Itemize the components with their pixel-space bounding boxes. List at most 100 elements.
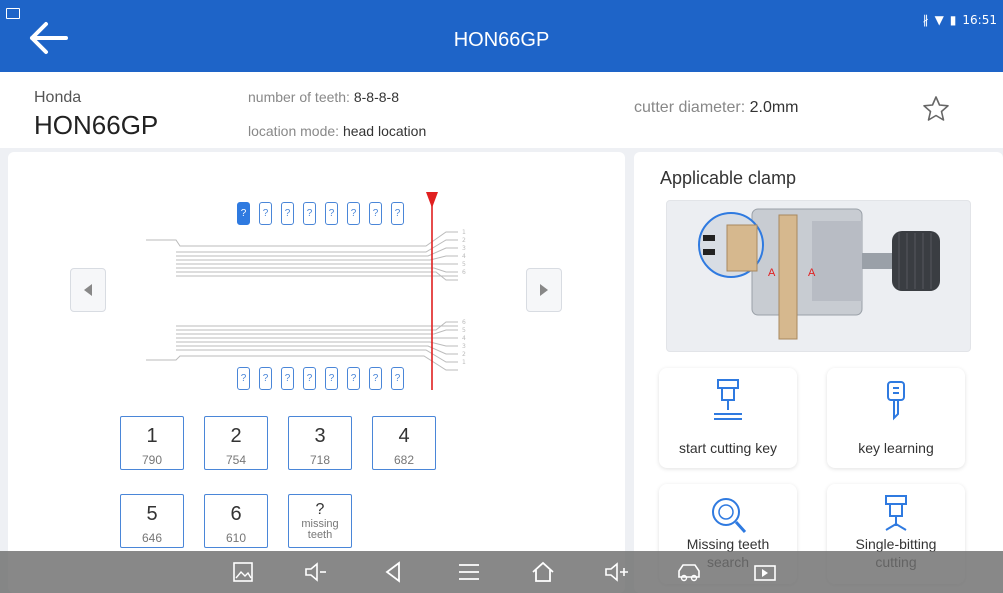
key-learning-label: key learning bbox=[858, 440, 934, 456]
tooth-top-6[interactable]: ? bbox=[347, 202, 360, 225]
tooth-bottom-2[interactable]: ? bbox=[259, 367, 272, 390]
svg-text:3: 3 bbox=[462, 245, 466, 252]
key-learning-button[interactable]: key learning bbox=[827, 368, 965, 468]
model-name: HON66GP bbox=[34, 110, 159, 140]
location-label: location mode: bbox=[248, 123, 340, 139]
depth-number: 2 bbox=[230, 425, 242, 447]
missing-label-2: teeth bbox=[307, 529, 333, 541]
svg-text:3: 3 bbox=[462, 343, 466, 350]
tooth-bottom-7[interactable]: ? bbox=[369, 367, 382, 390]
search-key-icon bbox=[712, 498, 747, 534]
clamp-illustration: A A bbox=[698, 208, 940, 340]
svg-text:5: 5 bbox=[462, 327, 466, 334]
location-mode: location mode: head location bbox=[248, 123, 426, 139]
location-value: head location bbox=[342, 123, 427, 139]
clamp-title: Applicable clamp bbox=[660, 168, 797, 188]
depth-value: 790 bbox=[141, 453, 163, 467]
depth-button-4[interactable]: 4 682 bbox=[372, 416, 436, 470]
depth-number: 5 bbox=[146, 503, 158, 525]
depth-button-5[interactable]: 5 646 bbox=[120, 494, 184, 548]
clamp-mark-a1: A bbox=[768, 267, 776, 279]
depth-number: 3 bbox=[314, 425, 326, 447]
video-record-icon[interactable] bbox=[752, 559, 778, 585]
volume-up-icon[interactable] bbox=[604, 559, 630, 585]
start-cutting-button[interactable]: start cutting key bbox=[659, 368, 797, 468]
tooth-bottom-5[interactable]: ? bbox=[325, 367, 338, 390]
back-icon[interactable] bbox=[380, 559, 406, 585]
clamp-image: A A bbox=[666, 200, 971, 352]
svg-text:6: 6 bbox=[462, 319, 466, 326]
clock: 16:51 bbox=[962, 13, 997, 27]
prev-arrow-button[interactable] bbox=[70, 268, 106, 312]
next-arrow-button[interactable] bbox=[526, 268, 562, 312]
start-cutting-label: start cutting key bbox=[678, 440, 778, 456]
tooth-bottom-8[interactable]: ? bbox=[391, 367, 404, 390]
depth-number: 4 bbox=[398, 425, 410, 447]
key-info-band: Honda HON66GP number of teeth: 8-8-8-8 l… bbox=[0, 72, 1003, 148]
key-blade-diagram: 123 456 654 321 bbox=[146, 192, 466, 390]
tooth-top-5[interactable]: ? bbox=[325, 202, 338, 225]
tooth-top-7[interactable]: ? bbox=[369, 202, 382, 225]
depth-number: 1 bbox=[146, 425, 158, 447]
teeth-value: 8-8-8-8 bbox=[353, 89, 399, 105]
depth-value: 646 bbox=[141, 531, 163, 545]
depth-value: 610 bbox=[225, 531, 247, 545]
missing-teeth-button[interactable]: ? missing teeth bbox=[288, 494, 352, 548]
cutter-diameter: cutter diameter: 2.0mm bbox=[634, 99, 799, 117]
depth-value: 682 bbox=[393, 453, 415, 467]
bluetooth-icon: ∦ bbox=[922, 13, 929, 27]
cutter-label: cutter diameter: bbox=[634, 99, 746, 116]
depth-number: 6 bbox=[230, 503, 242, 525]
car-icon[interactable] bbox=[676, 559, 702, 585]
tooth-top-4[interactable]: ? bbox=[303, 202, 316, 225]
volume-down-icon[interactable] bbox=[302, 559, 328, 585]
gallery-icon bbox=[6, 8, 20, 19]
status-icons: ∦ ▼ ▮ 16:51 bbox=[923, 13, 997, 27]
tooth-top-8[interactable]: ? bbox=[391, 202, 404, 225]
cutter-value: 2.0mm bbox=[749, 99, 799, 116]
tooth-top-1[interactable]: ? bbox=[237, 202, 250, 225]
depth-button-1[interactable]: 1 790 bbox=[120, 416, 184, 470]
status-bar: ∦ ▼ ▮ 16:51 bbox=[0, 0, 1003, 30]
svg-text:6: 6 bbox=[462, 269, 466, 276]
key-diagram-panel: 123 456 654 321 ? ? ? ? ? ? ? ? ? ? ? ? … bbox=[8, 152, 625, 593]
menu-icon[interactable] bbox=[456, 559, 482, 585]
depth-button-2[interactable]: 2 754 bbox=[204, 416, 268, 470]
svg-text:1: 1 bbox=[462, 359, 466, 366]
chevron-right-icon bbox=[540, 284, 548, 296]
chevron-left-icon bbox=[84, 284, 92, 296]
key-icon bbox=[887, 381, 905, 421]
depth-value: 718 bbox=[309, 453, 331, 467]
screenshot-icon[interactable] bbox=[230, 559, 256, 585]
svg-text:1: 1 bbox=[462, 229, 466, 236]
brand-name: Honda bbox=[34, 89, 82, 106]
depth-button-3[interactable]: 3 718 bbox=[288, 416, 352, 470]
tooth-bottom-1[interactable]: ? bbox=[237, 367, 250, 390]
tooth-top-3[interactable]: ? bbox=[281, 202, 294, 225]
cutting-machine-icon bbox=[714, 379, 742, 420]
depth-value: 754 bbox=[225, 453, 247, 467]
system-nav-bar bbox=[0, 551, 1003, 593]
star-icon[interactable] bbox=[921, 94, 951, 124]
app-header: ∦ ▼ ▮ 16:51 HON66GP bbox=[0, 0, 1003, 72]
battery-icon: ▮ bbox=[949, 13, 957, 27]
tooth-bottom-4[interactable]: ? bbox=[303, 367, 316, 390]
wifi-icon: ▼ bbox=[934, 13, 944, 27]
svg-text:4: 4 bbox=[462, 335, 466, 342]
tooth-top-2[interactable]: ? bbox=[259, 202, 272, 225]
home-icon[interactable] bbox=[530, 559, 556, 585]
tools-panel: Applicable clamp A A start cutting key k… bbox=[634, 152, 1003, 593]
tooth-bottom-6[interactable]: ? bbox=[347, 367, 360, 390]
svg-text:5: 5 bbox=[462, 261, 466, 268]
clamp-mark-a2: A bbox=[808, 267, 816, 279]
missing-symbol: ? bbox=[315, 501, 325, 518]
depth-button-6[interactable]: 6 610 bbox=[204, 494, 268, 548]
single-cut-icon bbox=[885, 495, 907, 531]
teeth-count: number of teeth: 8-8-8-8 bbox=[248, 89, 399, 105]
svg-text:2: 2 bbox=[462, 237, 466, 244]
page-title: HON66GP bbox=[453, 29, 550, 51]
teeth-label: number of teeth: bbox=[248, 89, 350, 105]
svg-text:2: 2 bbox=[462, 351, 466, 358]
svg-text:4: 4 bbox=[462, 253, 466, 260]
tooth-bottom-3[interactable]: ? bbox=[281, 367, 294, 390]
